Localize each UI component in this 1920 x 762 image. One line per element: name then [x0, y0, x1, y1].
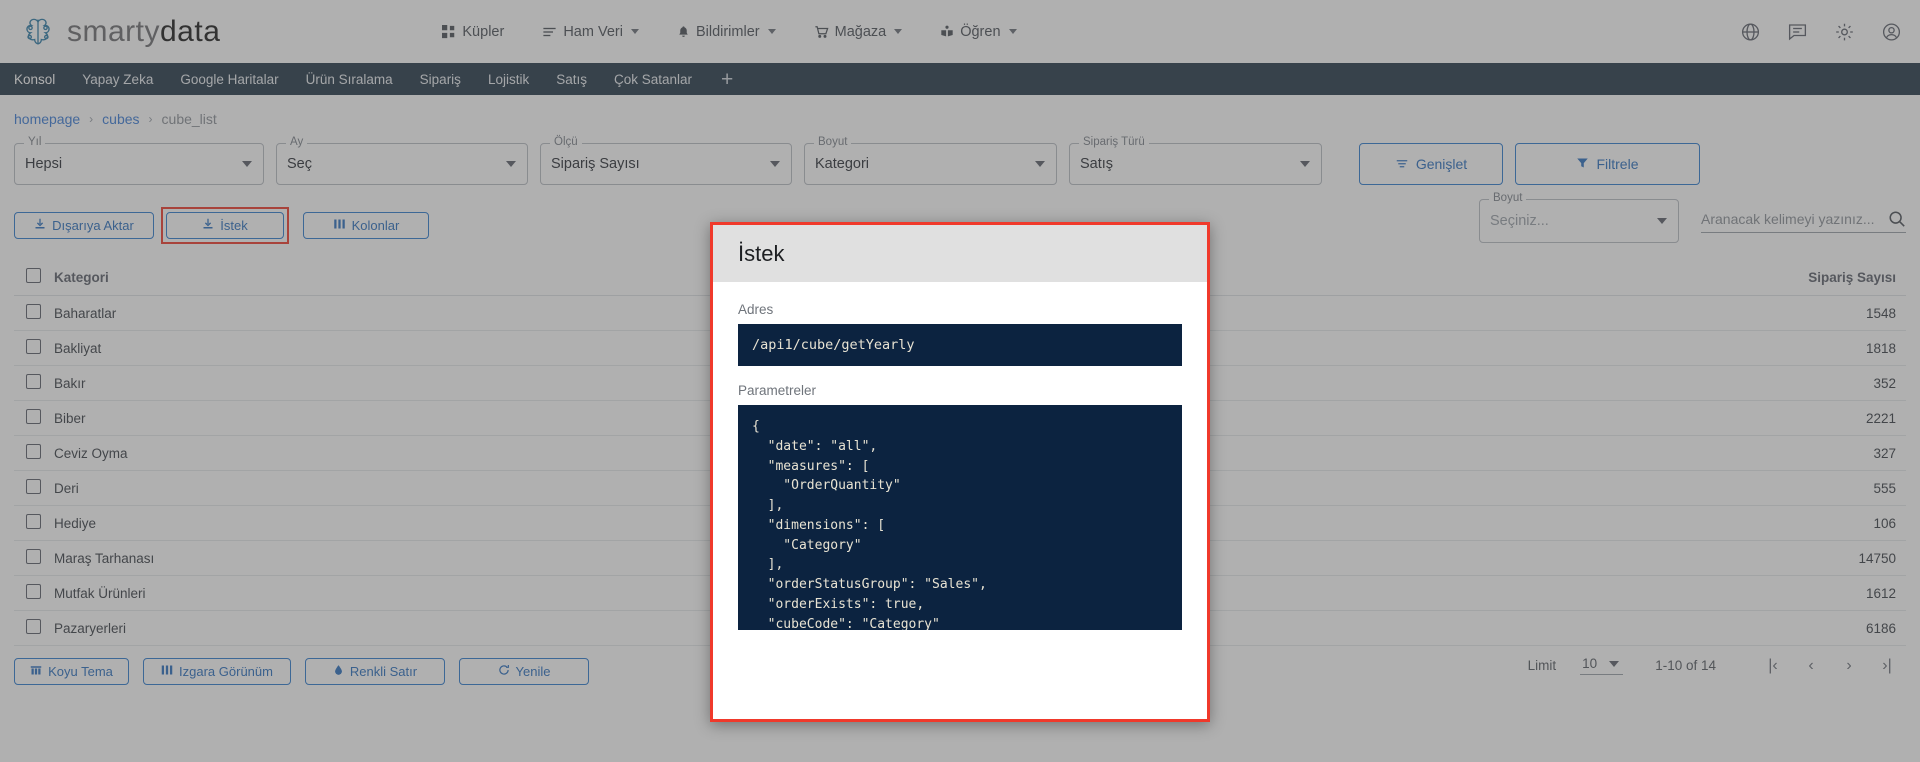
address-value: /api1/cube/getYearly: [738, 324, 1182, 366]
app-root: smartydata Küpler Ham Veri Bildirimler M…: [0, 0, 1920, 762]
modal-title: İstek: [738, 240, 785, 266]
modal-body: Adres /api1/cube/getYearly Parametreler …: [713, 282, 1207, 719]
parameters-label: Parametreler: [738, 383, 817, 398]
request-modal: İstek Adres /api1/cube/getYearly Paramet…: [710, 222, 1210, 722]
address-label: Adres: [738, 302, 774, 317]
modal-header: İstek: [713, 225, 1207, 282]
parameters-value: { "date": "all", "measures": [ "OrderQua…: [738, 405, 1182, 630]
